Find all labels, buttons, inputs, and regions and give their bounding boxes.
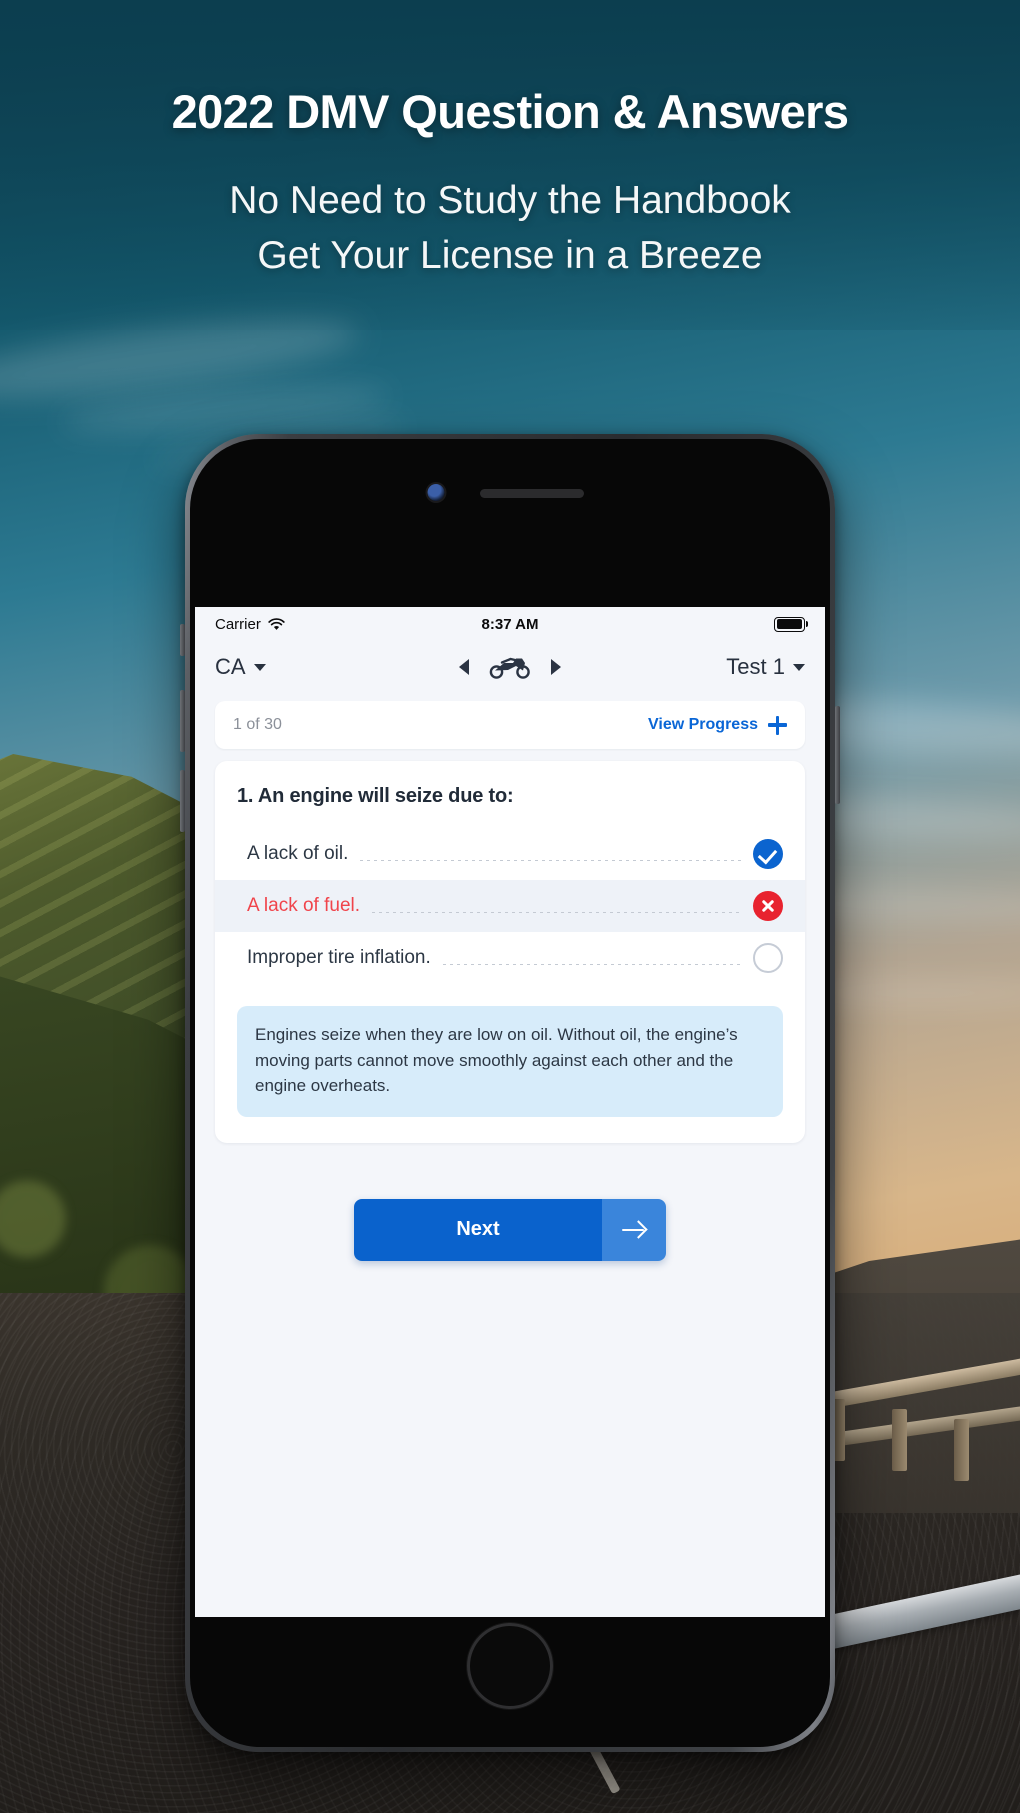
leader-dots bbox=[372, 911, 741, 913]
chevron-down-icon bbox=[793, 663, 805, 671]
guardrail-post bbox=[892, 1409, 907, 1471]
test-label: Test 1 bbox=[726, 654, 785, 679]
front-camera-icon bbox=[427, 484, 445, 501]
state-selector[interactable]: CA bbox=[215, 654, 266, 680]
explanation-box: Engines seize when they are low on oil. … bbox=[237, 1006, 783, 1117]
status-bar-right bbox=[538, 616, 805, 632]
next-button-label: Next bbox=[354, 1198, 602, 1261]
empty-circle-icon bbox=[753, 943, 783, 973]
leader-dots bbox=[442, 963, 741, 965]
answer-option-2[interactable]: A lack of fuel. bbox=[215, 880, 805, 932]
phone-mockup: Carrier 8:37 AM CA Test 1 1 of 30 View P… bbox=[180, 434, 840, 1752]
plus-icon bbox=[768, 715, 787, 735]
status-bar-time: 8:37 AM bbox=[481, 615, 539, 633]
home-button[interactable] bbox=[467, 1623, 553, 1709]
question-counter: 1 of 30 bbox=[233, 716, 282, 733]
answer-list: A lack of oil. A lack of fuel. Improper … bbox=[215, 828, 805, 984]
status-bar: Carrier 8:37 AM bbox=[195, 607, 825, 641]
promo-subline-2: Get Your License in a Breeze bbox=[257, 234, 763, 277]
app-nav-bar: CA Test 1 bbox=[195, 641, 825, 693]
promo-screenshot: 2022 DMV Question & Answers No Need to S… bbox=[0, 0, 1020, 1813]
phone-body: Carrier 8:37 AM CA Test 1 1 of 30 View P… bbox=[190, 439, 830, 1747]
status-bar-left: Carrier bbox=[215, 616, 482, 633]
next-button-row: Next bbox=[195, 1198, 825, 1261]
answer-text: A lack of fuel. bbox=[247, 895, 361, 916]
chevron-down-icon bbox=[253, 663, 266, 671]
wifi-icon bbox=[268, 617, 285, 630]
check-circle-icon bbox=[753, 839, 783, 869]
guardrail-post bbox=[954, 1419, 969, 1481]
vehicle-type-switcher bbox=[459, 654, 561, 680]
motorcycle-icon[interactable] bbox=[489, 654, 531, 680]
volume-down-button[interactable] bbox=[180, 770, 185, 832]
question-title: 1. An engine will seize due to: bbox=[237, 785, 514, 807]
test-selector[interactable]: Test 1 bbox=[726, 654, 805, 680]
promo-headline: 2022 DMV Question & Answers bbox=[171, 85, 849, 138]
arrow-right-icon bbox=[621, 1217, 647, 1243]
battery-full-icon bbox=[774, 616, 805, 632]
promo-subline-1: No Need to Study the Handbook bbox=[229, 178, 791, 222]
progress-bar-card: 1 of 30 View Progress bbox=[215, 701, 805, 749]
chevron-left-icon[interactable] bbox=[459, 659, 469, 675]
next-button[interactable]: Next bbox=[354, 1198, 666, 1261]
answer-option-3[interactable]: Improper tire inflation. bbox=[215, 932, 805, 984]
carrier-label: Carrier bbox=[215, 615, 261, 633]
silent-switch[interactable] bbox=[180, 624, 185, 656]
x-circle-icon bbox=[753, 891, 783, 921]
app-screen: Carrier 8:37 AM CA Test 1 1 of 30 View P… bbox=[195, 607, 825, 1617]
chevron-right-icon[interactable] bbox=[551, 659, 561, 675]
promo-text: 2022 DMV Question & Answers No Need to S… bbox=[0, 85, 1020, 284]
answer-text: Improper tire inflation. bbox=[247, 947, 431, 968]
next-button-arrow[interactable] bbox=[602, 1198, 666, 1261]
view-progress-button[interactable]: View Progress bbox=[648, 715, 787, 735]
promo-subline: No Need to Study the Handbook Get Your L… bbox=[0, 173, 1020, 284]
answer-option-1[interactable]: A lack of oil. bbox=[215, 828, 805, 880]
nav-left: CA bbox=[215, 654, 459, 680]
earpiece-speaker bbox=[480, 489, 584, 498]
question-card: 1. An engine will seize due to: A lack o… bbox=[215, 761, 805, 1143]
nav-right: Test 1 bbox=[561, 654, 805, 680]
leader-dots bbox=[360, 859, 741, 861]
state-label: CA bbox=[215, 654, 246, 679]
answer-text: A lack of oil. bbox=[247, 843, 349, 864]
volume-up-button[interactable] bbox=[180, 690, 185, 752]
power-button[interactable] bbox=[835, 706, 840, 804]
view-progress-label: View Progress bbox=[648, 716, 758, 733]
